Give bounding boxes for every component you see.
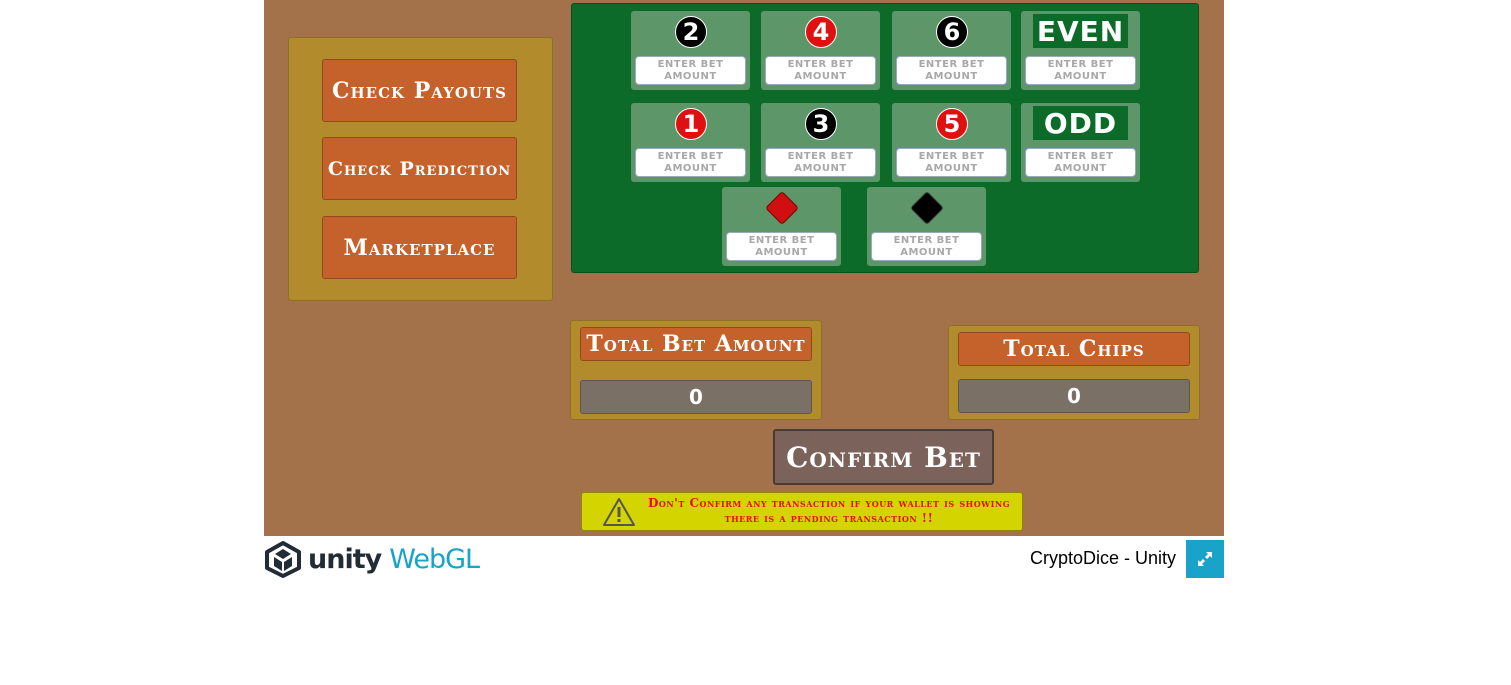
number-3-chip: 3 — [805, 108, 837, 140]
pending-transaction-warning: Don't Confirm any transaction if your wa… — [581, 492, 1023, 531]
unity-wordmark: unity — [308, 543, 382, 575]
bet-cell-2: 2 ENTER BET AMOUNT — [631, 11, 750, 90]
number-4-chip: 4 — [805, 16, 837, 48]
even-label: EVEN — [1033, 14, 1128, 48]
bet-input-even[interactable]: ENTER BET AMOUNT — [1025, 56, 1136, 85]
warning-icon — [603, 498, 635, 526]
total-chips-title: Total Chips — [958, 332, 1190, 366]
webgl-wordmark: WebGL — [389, 543, 480, 575]
bet-input-1[interactable]: ENTER BET AMOUNT — [635, 148, 746, 177]
confirm-bet-button[interactable]: Confirm Bet — [773, 429, 994, 485]
black-diamond-icon — [910, 191, 944, 225]
game-canvas: Check Payouts Check Prediction Marketpla… — [264, 0, 1224, 536]
check-prediction-button[interactable]: Check Prediction — [322, 137, 517, 200]
bet-input-6[interactable]: ENTER BET AMOUNT — [896, 56, 1007, 85]
number-1-chip: 1 — [675, 108, 707, 140]
warning-text: Don't Confirm any transaction if your wa… — [647, 496, 1011, 525]
bet-input-5[interactable]: ENTER BET AMOUNT — [896, 148, 1007, 177]
marketplace-button[interactable]: Marketplace — [322, 216, 517, 279]
bet-cell-odd: ODD ENTER BET AMOUNT — [1021, 103, 1140, 182]
total-bet-panel: Total Bet Amount 0 — [570, 320, 822, 420]
bet-cell-even: EVEN ENTER BET AMOUNT — [1021, 11, 1140, 90]
bet-cell-black: ENTER BET AMOUNT — [867, 187, 986, 266]
number-6-chip: 6 — [936, 16, 968, 48]
bet-input-3[interactable]: ENTER BET AMOUNT — [765, 148, 876, 177]
total-bet-title: Total Bet Amount — [580, 327, 812, 361]
unity-cube-icon — [265, 541, 301, 578]
bet-cell-3: 3 ENTER BET AMOUNT — [761, 103, 880, 182]
bet-cell-6: 6 ENTER BET AMOUNT — [892, 11, 1011, 90]
total-bet-value: 0 — [580, 380, 812, 414]
bet-cell-4: 4 ENTER BET AMOUNT — [761, 11, 880, 90]
odd-label: ODD — [1033, 106, 1128, 140]
total-chips-panel: Total Chips 0 — [948, 325, 1200, 420]
app-title: CryptoDice - Unity — [1029, 548, 1176, 568]
number-5-chip: 5 — [936, 108, 968, 140]
menu-panel: Check Payouts Check Prediction Marketpla… — [288, 37, 553, 301]
number-2-chip: 2 — [675, 16, 707, 48]
bet-input-4[interactable]: ENTER BET AMOUNT — [765, 56, 876, 85]
red-diamond-icon — [765, 191, 799, 225]
bet-cell-red: ENTER BET AMOUNT — [722, 187, 841, 266]
check-payouts-button[interactable]: Check Payouts — [322, 59, 517, 122]
bet-cell-1: 1 ENTER BET AMOUNT — [631, 103, 750, 182]
bet-input-red[interactable]: ENTER BET AMOUNT — [726, 232, 837, 261]
total-chips-value: 0 — [958, 379, 1190, 413]
fullscreen-button[interactable] — [1186, 540, 1224, 578]
bet-input-black[interactable]: ENTER BET AMOUNT — [871, 232, 982, 261]
unity-webgl-logo[interactable]: unity WebGL — [264, 540, 480, 578]
betting-board: 2 ENTER BET AMOUNT 4 ENTER BET AMOUNT 6 … — [571, 3, 1199, 273]
fullscreen-icon — [1198, 552, 1212, 566]
bet-input-2[interactable]: ENTER BET AMOUNT — [635, 56, 746, 85]
bet-input-odd[interactable]: ENTER BET AMOUNT — [1025, 148, 1136, 177]
bet-cell-5: 5 ENTER BET AMOUNT — [892, 103, 1011, 182]
webgl-footer: unity WebGL CryptoDice - Unity — [264, 536, 1224, 580]
